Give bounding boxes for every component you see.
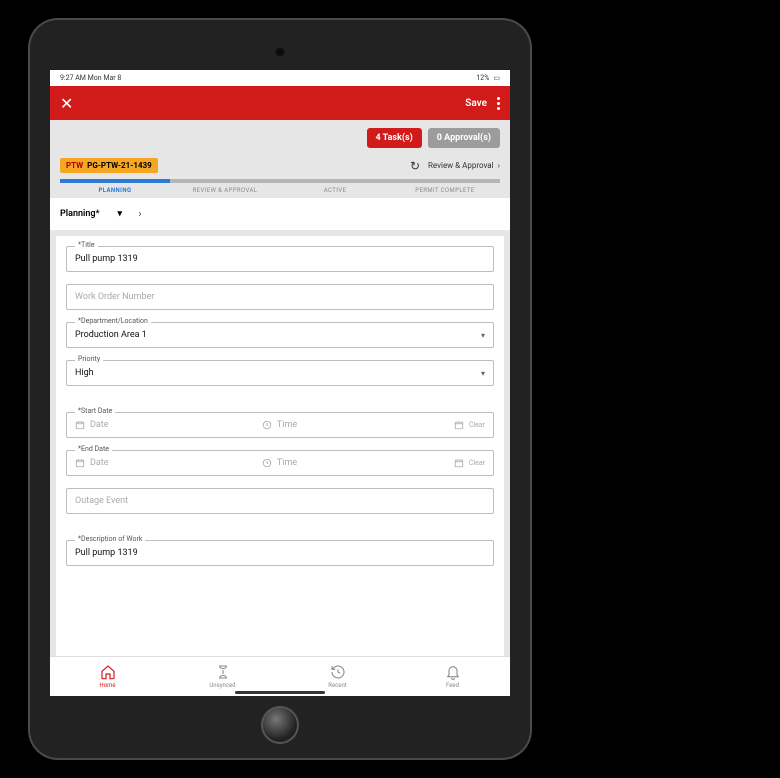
priority-field[interactable]: Priority High ▾ bbox=[66, 360, 494, 386]
calendar-icon[interactable] bbox=[454, 420, 464, 430]
department-field[interactable]: *Department/Location Production Area 1 ▾ bbox=[66, 322, 494, 348]
history-icon bbox=[330, 664, 346, 680]
battery-icon: ▭ bbox=[493, 74, 500, 82]
calendar-icon bbox=[75, 458, 85, 468]
app-body: 4 Task(s) 0 Approval(s) PTW PG-PTW-21-14… bbox=[50, 120, 510, 696]
step-review-approval[interactable]: REVIEW & APPROVAL bbox=[170, 179, 280, 194]
step-active[interactable]: ACTIVE bbox=[280, 179, 390, 194]
end-clear-button[interactable]: Clear bbox=[469, 459, 485, 467]
pill-row: 4 Task(s) 0 Approval(s) bbox=[50, 120, 510, 154]
section-dropdown[interactable]: Planning* ▾ bbox=[60, 209, 122, 219]
department-value: Production Area 1 bbox=[75, 330, 147, 340]
description-value: Pull pump 1319 bbox=[75, 548, 138, 558]
status-time: 9:27 AM Mon Mar 8 bbox=[60, 74, 121, 82]
caret-down-icon: ▾ bbox=[481, 369, 485, 378]
chevron-right-icon: › bbox=[498, 161, 500, 170]
priority-label: Priority bbox=[75, 355, 103, 363]
permit-tag: PTW PG-PTW-21-1439 bbox=[60, 158, 158, 173]
nav-home[interactable]: Home bbox=[50, 657, 165, 696]
section-selector-row: Planning* ▾ › bbox=[50, 198, 510, 230]
bottom-nav: Home Unsynced Recent Feed bbox=[50, 656, 510, 696]
form-area: *Title Pull pump 1319 Work Order Number … bbox=[56, 236, 504, 656]
outage-event-field[interactable]: Outage Event bbox=[66, 488, 494, 514]
home-icon bbox=[100, 664, 116, 680]
approvals-pill[interactable]: 0 Approval(s) bbox=[428, 128, 500, 148]
end-date-field[interactable]: *End Date Date Time Clear bbox=[66, 450, 494, 476]
calendar-icon bbox=[75, 420, 85, 430]
description-label: *Description of Work bbox=[75, 535, 145, 543]
title-field[interactable]: *Title Pull pump 1319 bbox=[66, 246, 494, 272]
end-time-placeholder: Time bbox=[277, 458, 297, 468]
nav-feed[interactable]: Feed bbox=[395, 657, 510, 696]
tasks-pill[interactable]: 4 Task(s) bbox=[367, 128, 422, 148]
start-date-label: *Start Date bbox=[75, 407, 115, 415]
save-button[interactable]: Save bbox=[465, 98, 487, 109]
start-date-field[interactable]: *Start Date Date Time Clear bbox=[66, 412, 494, 438]
work-order-placeholder: Work Order Number bbox=[75, 292, 154, 302]
outage-event-placeholder: Outage Event bbox=[75, 496, 128, 506]
status-battery: 12% bbox=[476, 74, 489, 82]
caret-down-icon: ▾ bbox=[118, 209, 123, 219]
end-date-placeholder: Date bbox=[90, 458, 109, 468]
clock-icon bbox=[262, 420, 272, 430]
nav-unsynced-label: Unsynced bbox=[209, 682, 235, 689]
nav-feed-label: Feed bbox=[446, 682, 459, 689]
refresh-icon[interactable]: ↻ bbox=[410, 159, 420, 173]
permit-tag-prefix: PTW bbox=[66, 161, 83, 170]
start-date-placeholder: Date bbox=[90, 420, 109, 430]
step-planning[interactable]: PLANNING bbox=[60, 179, 170, 194]
nav-home-label: Home bbox=[99, 682, 115, 689]
permit-tag-id: PG-PTW-21-1439 bbox=[87, 161, 152, 170]
home-button[interactable] bbox=[261, 706, 299, 744]
description-field[interactable]: *Description of Work Pull pump 1319 bbox=[66, 540, 494, 566]
clock-icon bbox=[262, 458, 272, 468]
progress-steps: PLANNING REVIEW & APPROVAL ACTIVE PERMIT… bbox=[50, 177, 510, 198]
permit-row: PTW PG-PTW-21-1439 ↻ Review & Approval › bbox=[50, 154, 510, 177]
status-bar: 9:27 AM Mon Mar 8 12% ▭ bbox=[50, 70, 510, 86]
section-next-button[interactable]: › bbox=[130, 204, 150, 224]
section-dropdown-label: Planning* bbox=[60, 209, 100, 219]
title-label: *Title bbox=[75, 241, 98, 249]
caret-down-icon: ▾ bbox=[481, 331, 485, 340]
work-order-field[interactable]: Work Order Number bbox=[66, 284, 494, 310]
home-indicator bbox=[235, 691, 325, 694]
review-approval-link[interactable]: Review & Approval › bbox=[428, 161, 500, 170]
hourglass-icon bbox=[215, 664, 231, 680]
app-screen: 9:27 AM Mon Mar 8 12% ▭ ✕ Save bbox=[50, 70, 510, 696]
close-icon[interactable]: ✕ bbox=[60, 94, 73, 113]
title-value: Pull pump 1319 bbox=[75, 254, 138, 264]
calendar-icon[interactable] bbox=[454, 458, 464, 468]
department-label: *Department/Location bbox=[75, 317, 151, 325]
nav-recent-label: Recent bbox=[328, 682, 346, 689]
app-header: ✕ Save bbox=[50, 86, 510, 120]
start-time-placeholder: Time bbox=[277, 420, 297, 430]
tablet-frame: 9:27 AM Mon Mar 8 12% ▭ ✕ Save bbox=[30, 20, 530, 758]
review-approval-label: Review & Approval bbox=[428, 161, 494, 170]
end-date-label: *End Date bbox=[75, 445, 112, 453]
device-camera bbox=[275, 47, 285, 57]
step-permit-complete[interactable]: PERMIT COMPLETE bbox=[390, 179, 500, 194]
kebab-menu-icon[interactable] bbox=[497, 97, 500, 110]
bell-icon bbox=[445, 664, 461, 680]
priority-value: High bbox=[75, 368, 94, 378]
start-clear-button[interactable]: Clear bbox=[469, 421, 485, 429]
